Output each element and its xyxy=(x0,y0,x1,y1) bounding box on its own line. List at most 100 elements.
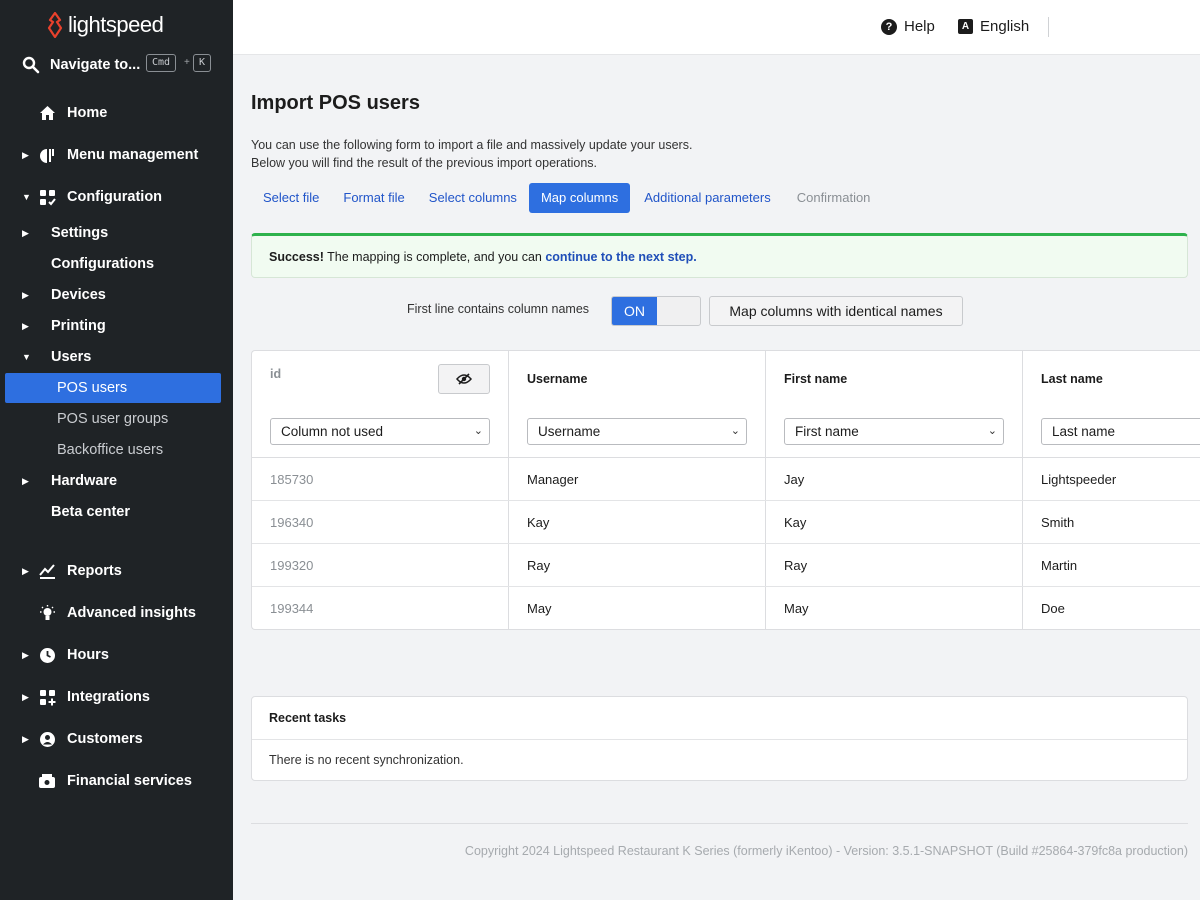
top-bar: ? Help A English xyxy=(233,0,1200,55)
sidebar-item-home[interactable]: Home xyxy=(0,98,233,128)
sidebar-item-label: Settings xyxy=(51,225,109,241)
chevron-down-icon: ⌄ xyxy=(473,425,483,437)
column-header: First name First name ⌄ xyxy=(766,351,1022,458)
column-title: Username xyxy=(527,372,588,386)
column-title: First name xyxy=(784,372,848,386)
first-line-toggle[interactable]: ON xyxy=(611,296,701,326)
language-label: English xyxy=(980,18,1030,35)
tab-select-file[interactable]: Select file xyxy=(251,183,331,213)
wizard-steps: Select file Format file Select columns M… xyxy=(251,183,882,213)
lightbulb-icon xyxy=(38,604,56,622)
column-username: Username Username ⌄ Manager Kay Ray May xyxy=(509,351,766,629)
sidebar-item-hardware[interactable]: ▶ Hardware xyxy=(0,466,233,496)
caret-down-icon: ▼ xyxy=(22,192,31,202)
column-mapping-select[interactable]: First name ⌄ xyxy=(784,418,1004,445)
row-divider xyxy=(252,543,1200,544)
success-alert: Success! The mapping is complete, and yo… xyxy=(251,233,1188,278)
column-mapping-select[interactable]: Column not used ⌄ xyxy=(270,418,490,445)
navigate-to-button[interactable]: Navigate to... Cmd + K xyxy=(22,53,222,77)
sidebar-item-printing[interactable]: ▶ Printing xyxy=(0,311,233,341)
sidebar-item-beta-center[interactable]: Beta center xyxy=(0,497,233,527)
sidebar-item-customers[interactable]: ▶ Customers xyxy=(0,724,233,754)
sidebar-item-menu-management[interactable]: ▶ Menu management xyxy=(0,140,233,170)
sidebar-item-label: Configuration xyxy=(67,189,163,205)
help-icon: ? xyxy=(881,18,897,35)
sidebar-item-configurations[interactable]: Configurations xyxy=(0,249,233,279)
sidebar-item-label: Hours xyxy=(67,647,109,663)
sidebar-item-label: Configurations xyxy=(51,256,155,272)
home-icon xyxy=(38,104,56,122)
sidebar-item-settings[interactable]: ▶ Settings xyxy=(0,218,233,248)
tab-select-columns[interactable]: Select columns xyxy=(417,183,529,213)
cash-register-icon xyxy=(38,772,56,790)
footer-copyright: Copyright 2024 Lightspeed Restaurant K S… xyxy=(464,844,1188,858)
caret-down-icon: ▼ xyxy=(22,352,31,362)
map-identical-names-button[interactable]: Map columns with identical names xyxy=(709,296,963,326)
kbd-plus: + xyxy=(184,57,190,68)
alert-strong: Success! xyxy=(269,250,324,264)
menu-icon xyxy=(38,146,56,164)
table-cell: Kay xyxy=(784,515,807,530)
table-cell: Manager xyxy=(527,472,579,487)
integrations-icon xyxy=(38,688,56,706)
sidebar-item-label: Integrations xyxy=(67,689,150,705)
sidebar-item-label: Customers xyxy=(67,731,143,747)
column-title: id xyxy=(270,367,282,381)
caret-right-icon: ▶ xyxy=(22,691,29,702)
sidebar-item-label: Printing xyxy=(51,318,106,334)
sidebar-item-devices[interactable]: ▶ Devices xyxy=(0,280,233,310)
chart-line-icon xyxy=(38,562,56,580)
sidebar-item-label: POS users xyxy=(57,380,128,396)
help-button[interactable]: ? Help xyxy=(881,18,935,35)
row-divider xyxy=(252,500,1200,501)
help-label: Help xyxy=(904,18,935,35)
language-selector[interactable]: A English xyxy=(958,18,1029,35)
first-line-label: First line contains column names xyxy=(407,302,590,316)
caret-right-icon: ▶ xyxy=(22,320,29,331)
table-cell: 199344 xyxy=(270,601,314,616)
table-cell: Ray xyxy=(784,558,808,573)
sidebar-item-hours[interactable]: ▶ Hours xyxy=(0,640,233,670)
table-cell: 199320 xyxy=(270,558,314,573)
sidebar-item-users[interactable]: ▼ Users xyxy=(0,342,233,372)
lightspeed-logo[interactable]: lightspeed xyxy=(46,12,164,38)
alert-text: The mapping is complete, and you can xyxy=(323,250,546,264)
sidebar-item-label: Financial services xyxy=(67,773,192,789)
footer-divider xyxy=(251,823,1188,824)
sidebar-item-advanced-insights[interactable]: Advanced insights xyxy=(0,598,233,628)
kbd-cmd: Cmd xyxy=(146,54,177,72)
sidebar: lightspeed Navigate to... Cmd + K Home ▶… xyxy=(0,0,233,900)
column-mapping-select[interactable]: Username ⌄ xyxy=(527,418,747,445)
caret-right-icon: ▶ xyxy=(22,649,29,660)
search-icon xyxy=(22,56,40,74)
sidebar-item-label: Advanced insights xyxy=(67,605,196,621)
table-cell: Smith xyxy=(1041,515,1075,530)
configuration-icon xyxy=(38,188,56,206)
select-value: Username xyxy=(538,424,601,439)
tab-confirmation: Confirmation xyxy=(796,190,871,205)
table-cell: 196340 xyxy=(270,515,314,530)
kbd-k: K xyxy=(193,54,212,72)
sidebar-item-backoffice-users[interactable]: Backoffice users xyxy=(0,435,233,465)
caret-right-icon: ▶ xyxy=(22,565,29,576)
table-cell: May xyxy=(527,601,552,616)
tab-additional-parameters[interactable]: Additional parameters xyxy=(632,183,782,213)
table-cell: Lightspeeder xyxy=(1041,472,1117,487)
column-first-name: First name First name ⌄ Jay Kay Ray May xyxy=(766,351,1023,629)
tab-format-file[interactable]: Format file xyxy=(331,183,416,213)
sidebar-item-pos-users[interactable]: POS users xyxy=(5,373,221,403)
sidebar-item-configuration[interactable]: ▼ Configuration xyxy=(0,182,233,212)
continue-link[interactable]: continue to the next step. xyxy=(545,250,696,264)
hide-column-button[interactable] xyxy=(438,364,490,394)
flame-icon xyxy=(47,12,63,38)
sidebar-item-pos-user-groups[interactable]: POS user groups xyxy=(0,404,233,434)
sidebar-item-label: Hardware xyxy=(51,473,118,489)
tab-map-columns[interactable]: Map columns xyxy=(528,183,631,213)
sidebar-item-financial-services[interactable]: Financial services xyxy=(0,766,233,796)
sidebar-item-reports[interactable]: ▶ Reports xyxy=(0,556,233,586)
sidebar-item-label: Backoffice users xyxy=(57,442,164,458)
column-header: Username Username ⌄ xyxy=(509,351,765,458)
divider xyxy=(1048,17,1049,37)
sidebar-item-integrations[interactable]: ▶ Integrations xyxy=(0,682,233,712)
column-mapping-select[interactable]: Last name ⌄ xyxy=(1041,418,1200,445)
